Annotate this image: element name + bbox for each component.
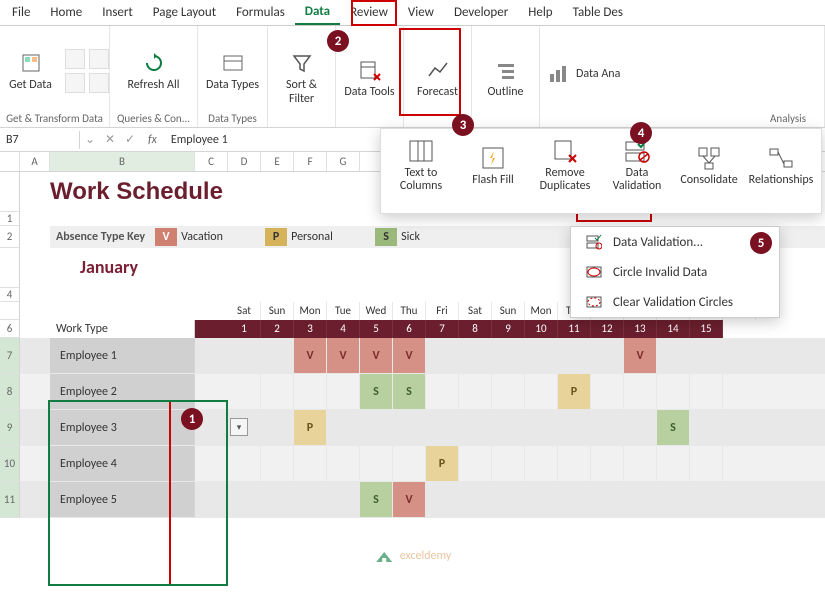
refresh-icon	[140, 49, 168, 77]
tab-table-des[interactable]: Table Des	[563, 1, 633, 24]
outline-icon	[492, 56, 520, 84]
employee-name[interactable]: Employee 1	[50, 338, 195, 373]
data-validation-menu: Data Validation... Circle Invalid Data C…	[570, 226, 780, 318]
database-icon	[17, 49, 45, 77]
refresh-all-button[interactable]: Refresh All	[124, 47, 184, 94]
employee-name[interactable]: Employee 2	[50, 374, 195, 409]
employee-name[interactable]: Employee 3	[50, 410, 195, 445]
ribbon-tabs: FileHomeInsertPage LayoutFormulasDataRev…	[0, 0, 825, 26]
flash-fill-button[interactable]: Flash Fill	[457, 135, 529, 195]
clear-circles-item[interactable]: Clear Validation Circles	[571, 287, 779, 317]
tab-file[interactable]: File	[2, 1, 40, 24]
data-validation-button[interactable]: Data Validation	[601, 135, 673, 195]
watermark: exceldemy	[374, 548, 452, 564]
forecast-icon	[424, 56, 452, 84]
tab-home[interactable]: Home	[40, 1, 92, 24]
data-tools-expanded: Text to Columns Flash Fill Remove Duplic…	[380, 128, 822, 214]
data-tools-icon	[356, 56, 384, 84]
tab-data[interactable]: Data	[295, 0, 340, 25]
name-box[interactable]: B7	[0, 131, 80, 149]
tab-formulas[interactable]: Formulas	[226, 1, 295, 24]
tab-view[interactable]: View	[398, 1, 444, 24]
spreadsheet-grid[interactable]: Work Schedule 1 2 Absence Type Key V Vac…	[0, 172, 825, 518]
data-tools-button[interactable]: Data Tools	[340, 54, 400, 101]
data-types-button[interactable]: Data Types	[203, 47, 263, 94]
get-data-button[interactable]: Get Data	[1, 47, 61, 94]
remove-duplicates-button[interactable]: Remove Duplicates	[529, 135, 601, 195]
employee-name[interactable]: Employee 4	[50, 446, 195, 481]
formula-input[interactable]: Employee 1	[165, 133, 234, 147]
data-analysis-button[interactable]: Data Ana	[572, 67, 620, 81]
fx-icon[interactable]: fx	[140, 133, 165, 147]
relationships-button[interactable]: Relationships	[745, 135, 817, 195]
month-label: January	[50, 248, 138, 288]
consolidate-button[interactable]: Consolidate	[673, 135, 745, 195]
chart-icon	[548, 64, 568, 84]
funnel-icon	[288, 49, 316, 77]
tab-review[interactable]: Review	[340, 1, 398, 24]
tab-developer[interactable]: Developer	[444, 1, 518, 24]
sort-filter-button[interactable]: Sort & Filter	[272, 47, 332, 107]
text-to-columns-button[interactable]: Text to Columns	[385, 135, 457, 195]
outline-button[interactable]: Outline	[476, 54, 536, 101]
data-types-icon	[219, 49, 247, 77]
circle-invalid-item[interactable]: Circle Invalid Data	[571, 257, 779, 287]
page-title: Work Schedule	[50, 172, 223, 212]
ribbon: Get Data Get & Transform Data Refresh Al…	[0, 26, 825, 128]
tab-insert[interactable]: Insert	[92, 1, 143, 24]
data-validation-item[interactable]: Data Validation...	[571, 227, 779, 257]
cell-dropdown-button[interactable]: ▾	[230, 418, 248, 436]
employee-name[interactable]: Employee 5	[50, 482, 195, 517]
tab-page-layout[interactable]: Page Layout	[143, 1, 226, 24]
forecast-button[interactable]: Forecast	[408, 54, 468, 101]
tab-help[interactable]: Help	[518, 1, 562, 24]
